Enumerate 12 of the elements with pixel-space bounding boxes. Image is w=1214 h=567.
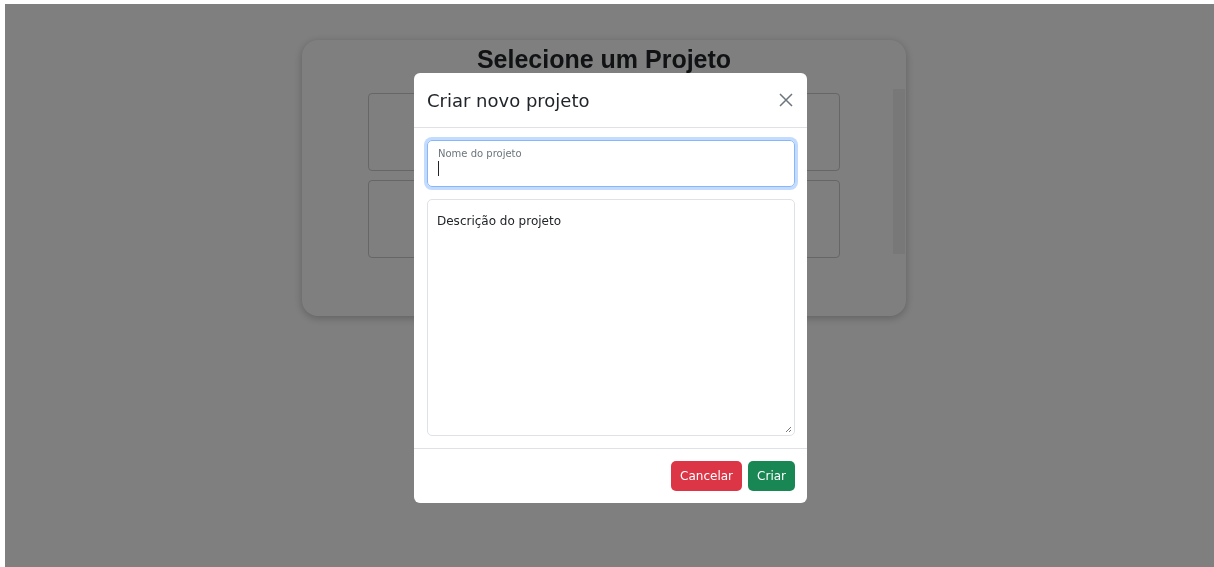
text-cursor [438,161,439,176]
project-name-field[interactable]: Nome do projeto [427,140,795,187]
page-title: Selecione um Projeto [476,44,732,74]
modal-title: Criar novo projeto [427,89,590,111]
create-button[interactable]: Criar [748,461,795,491]
description-field[interactable]: Descrição do projeto [427,199,795,436]
close-button[interactable] [777,91,795,109]
close-icon [779,93,793,107]
placeholder-text: Descrição do projeto [437,214,561,228]
field-label: Nome do projeto [438,148,523,159]
resize-grip-icon[interactable] [785,426,792,433]
cancel-button[interactable]: Cancelar [671,461,743,491]
